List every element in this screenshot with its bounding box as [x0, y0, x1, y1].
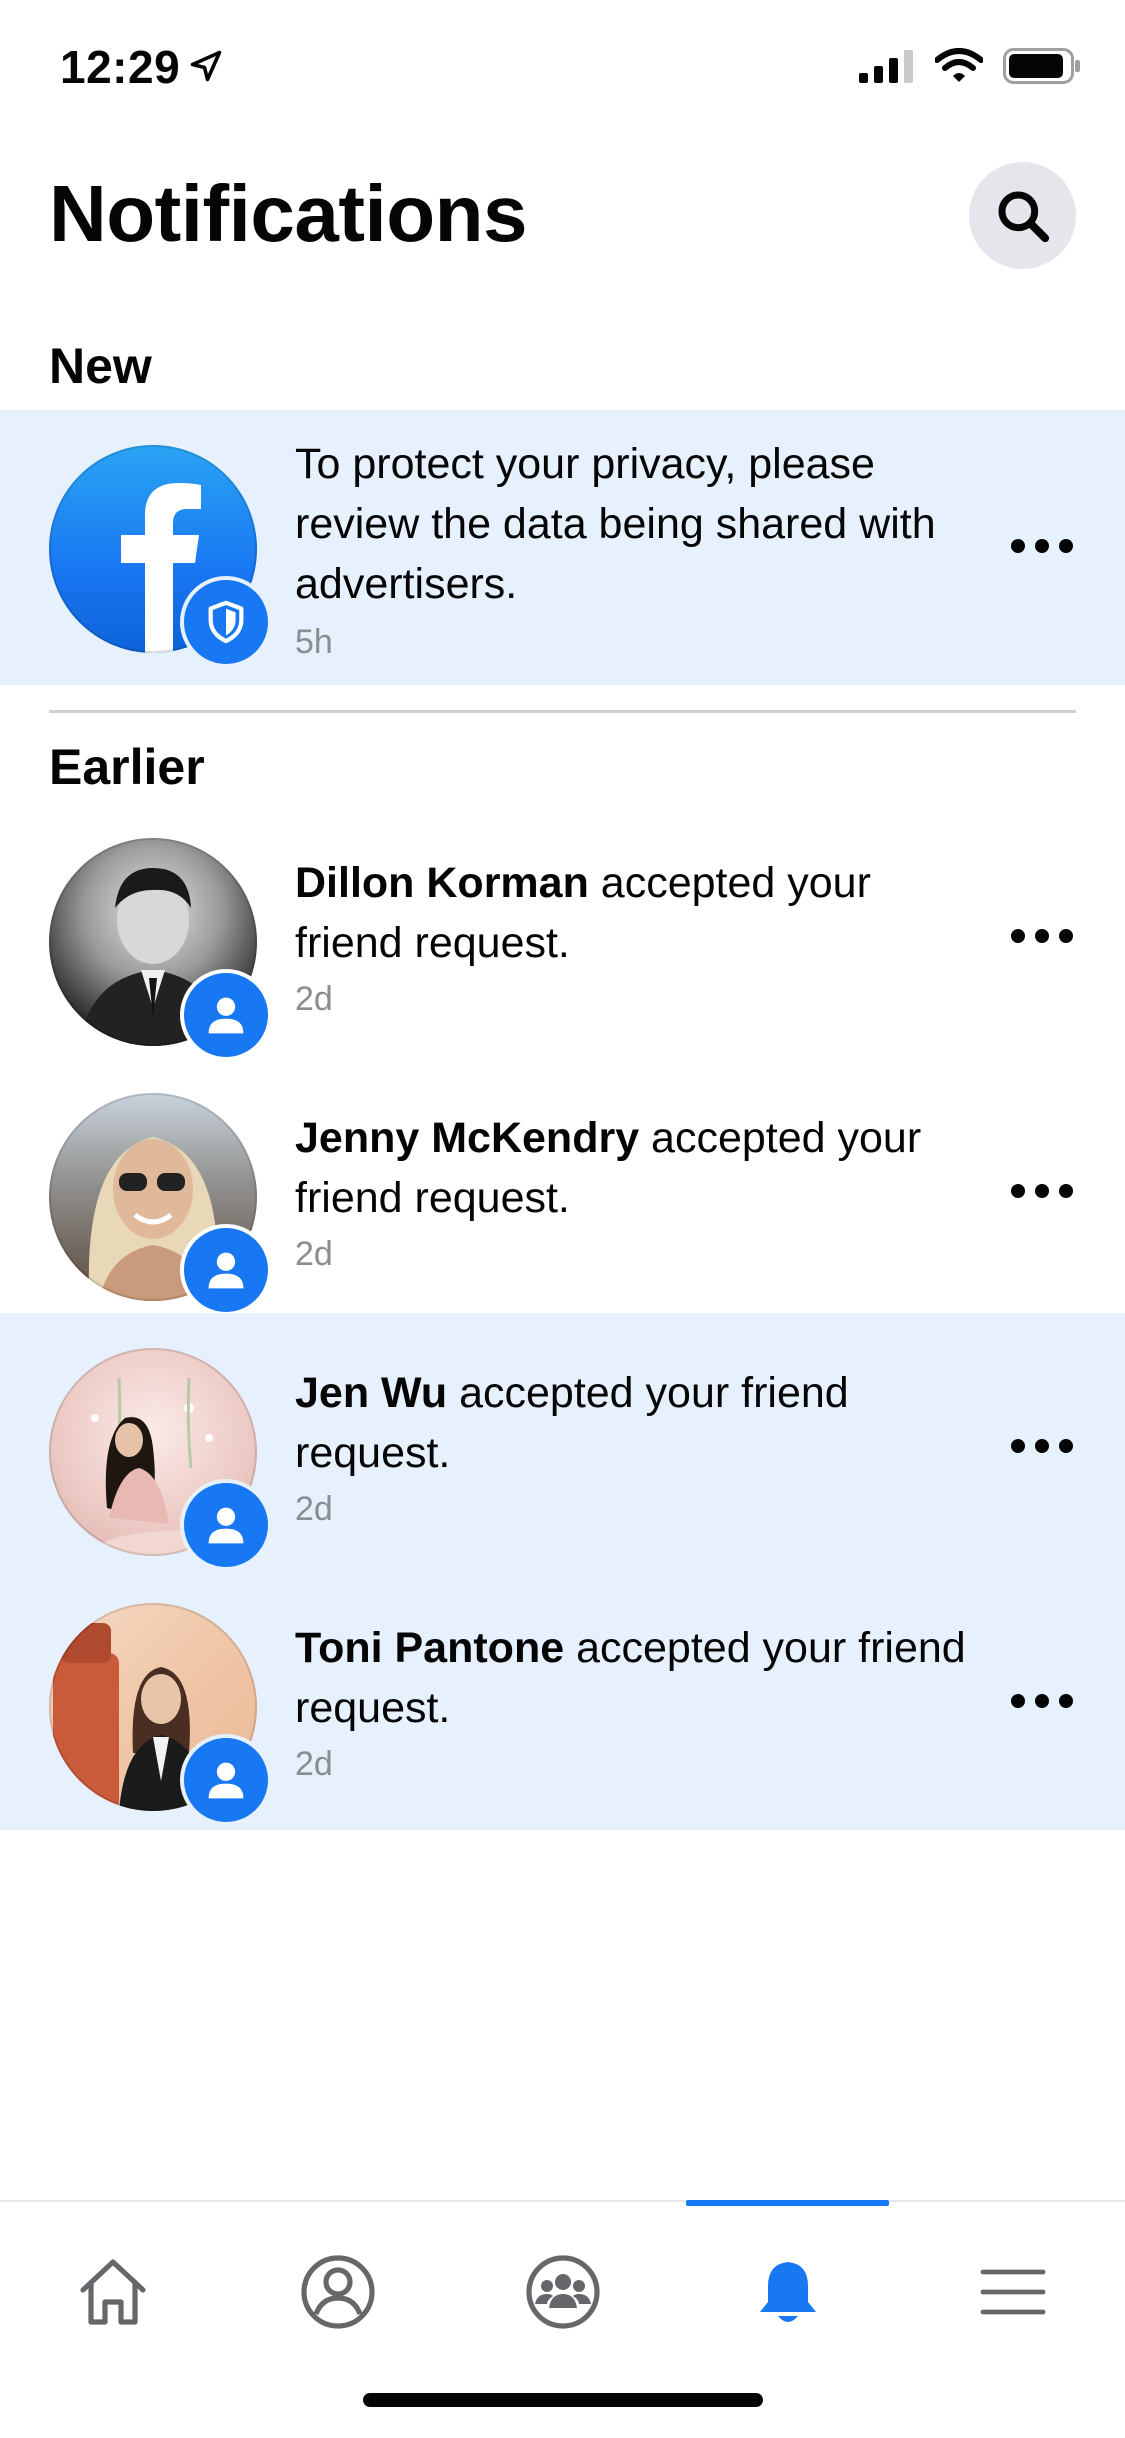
tab-menu[interactable] — [900, 2212, 1125, 2372]
notification-actor-name: Toni Pantone — [295, 1624, 565, 1672]
avatar — [49, 1348, 272, 1571]
shield-icon — [208, 600, 244, 644]
badge-person — [180, 969, 272, 1061]
notification-item[interactable]: Jen Wu accepted your friend request. 2d — [0, 1313, 1125, 1571]
page-title: Notifications — [49, 169, 527, 258]
bell-icon — [759, 2262, 816, 2322]
avatar — [49, 1603, 272, 1826]
cellular-signal-icon — [859, 50, 913, 83]
status-bar: 12:29 — [0, 0, 1125, 140]
profile-icon — [300, 2255, 375, 2329]
section-label-earlier: Earlier — [49, 739, 205, 795]
notification-time: 2d — [295, 980, 333, 1018]
notification-text: To protect your privacy, please review t… — [295, 440, 936, 608]
search-icon — [998, 191, 1049, 242]
groups-icon — [525, 2255, 600, 2329]
badge-person — [180, 1479, 272, 1571]
notification-actor-name: Jenny McKendry — [295, 1114, 640, 1162]
notification-time: 2d — [295, 1745, 333, 1783]
status-time: 12:29 — [60, 41, 181, 93]
tab-groups[interactable] — [450, 2212, 675, 2372]
more-options-icon[interactable] — [1010, 526, 1074, 566]
badge-shield — [180, 576, 272, 668]
person-icon — [208, 1762, 244, 1799]
notification-time: 2d — [295, 1235, 333, 1273]
notification-actor-name: Dillon Korman — [295, 859, 589, 907]
more-options-icon[interactable] — [1010, 1426, 1074, 1466]
battery-icon — [1003, 48, 1080, 84]
menu-icon — [980, 2269, 1045, 2315]
avatar — [49, 445, 272, 668]
person-icon — [208, 1507, 244, 1544]
location-arrow-icon — [190, 50, 222, 82]
notification-item[interactable]: Jenny McKendry accepted your friend requ… — [0, 1058, 1125, 1316]
more-options-icon[interactable] — [1010, 1681, 1074, 1721]
more-options-icon[interactable] — [1010, 916, 1074, 956]
notification-time: 5h — [295, 623, 333, 661]
section-divider — [49, 710, 1076, 713]
home-indicator[interactable] — [363, 2393, 763, 2407]
badge-person — [180, 1734, 272, 1826]
notification-item[interactable]: Dillon Korman accepted your friend reque… — [0, 803, 1125, 1061]
section-label-new: New — [49, 338, 152, 394]
tab-profile[interactable] — [225, 2212, 450, 2372]
person-icon — [208, 997, 244, 1034]
search-button[interactable] — [969, 162, 1076, 269]
home-icon — [79, 2259, 146, 2325]
active-tab-indicator — [686, 2200, 889, 2206]
avatar — [49, 1093, 272, 1316]
badge-person — [180, 1224, 272, 1316]
person-icon — [208, 1252, 244, 1289]
wifi-icon — [935, 48, 983, 82]
tab-notifications[interactable] — [675, 2212, 900, 2372]
more-options-icon[interactable] — [1010, 1171, 1074, 1211]
avatar — [49, 838, 272, 1061]
notification-item[interactable]: Toni Pantone accepted your friend reques… — [0, 1568, 1125, 1830]
notification-item[interactable]: To protect your privacy, please review t… — [0, 410, 1125, 685]
tab-home[interactable] — [0, 2212, 225, 2372]
notification-time: 2d — [295, 1490, 333, 1528]
notification-actor-name: Jen Wu — [295, 1369, 448, 1417]
